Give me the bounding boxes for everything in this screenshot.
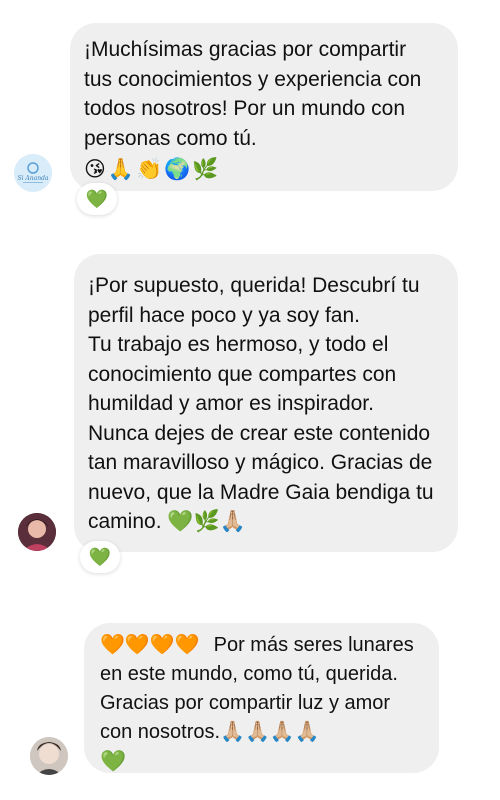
- svg-text:Si Ananda: Si Ananda: [18, 175, 49, 182]
- message-text-1: ¡Muchísimas gracias por compartir tus co…: [84, 38, 428, 150]
- logo-icon: Si Ananda: [14, 154, 52, 192]
- profile-photo-icon: [30, 737, 68, 775]
- message-text-2: ¡Por supuesto, querida! Descubrí tu perf…: [88, 274, 434, 533]
- message-bubble-1[interactable]: ¡Muchísimas gracias por compartir tus co…: [70, 23, 458, 191]
- green-heart-icon: 💚: [88, 546, 112, 567]
- reaction-badge-1[interactable]: 💚: [77, 183, 117, 215]
- message-emojis-1: 😘🙏👏🌍🌿: [84, 158, 221, 181]
- orange-hearts-icon: 🧡🧡🧡🧡: [100, 634, 200, 656]
- message-bubble-3[interactable]: 🧡🧡🧡🧡 Por más seres lunares en este mundo,…: [84, 623, 439, 773]
- green-heart-icon: 💚: [100, 750, 127, 773]
- sender-avatar-logo[interactable]: Si Ananda: [14, 154, 52, 192]
- profile-photo-icon: [18, 513, 56, 551]
- sender-avatar-photo[interactable]: [18, 513, 56, 551]
- message-text-3: 🧡🧡🧡🧡 Por más seres lunares en este mundo,…: [100, 634, 420, 743]
- reaction-badge-2[interactable]: 💚: [80, 541, 120, 573]
- sender-avatar-photo-2[interactable]: [30, 737, 68, 775]
- message-bubble-2[interactable]: ¡Por supuesto, querida! Descubrí tu perf…: [74, 254, 458, 552]
- green-heart-icon: 💚: [85, 188, 109, 209]
